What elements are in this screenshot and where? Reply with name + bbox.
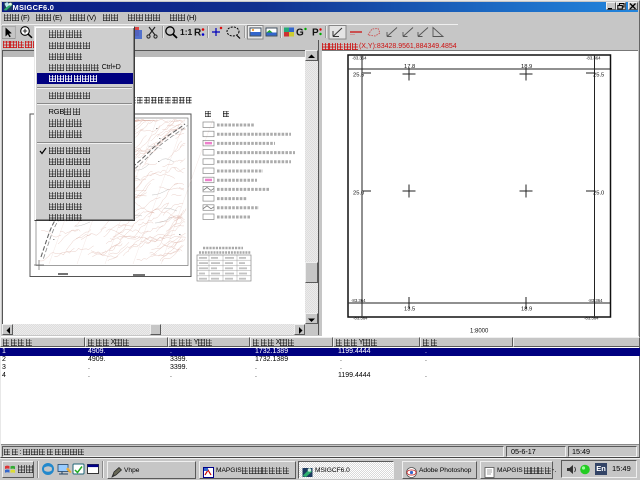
svg-text:25.5: 25.5 — [593, 73, 604, 79]
svg-text:17.8: 17.8 — [404, 64, 415, 70]
svg-text:1:1: 1:1 — [180, 27, 193, 37]
svg-text:18.9: 18.9 — [521, 307, 532, 313]
svg-text:·83.364: ·83.364 — [351, 298, 366, 303]
svg-text:P: P — [312, 28, 319, 39]
svg-text:13.5: 13.5 — [404, 307, 415, 313]
svg-text:25.0: 25.0 — [353, 191, 364, 197]
svg-text:·83.364: ·83.364 — [584, 316, 599, 321]
svg-text:·83.364: ·83.364 — [588, 298, 603, 303]
svg-text:·83.364: ·83.364 — [586, 56, 601, 61]
svg-text:1:8000: 1:8000 — [470, 329, 489, 335]
svg-text:·83.364: ·83.364 — [352, 56, 367, 61]
svg-text:G: G — [296, 28, 304, 39]
svg-text:R: R — [194, 28, 202, 39]
svg-text:18.9: 18.9 — [521, 64, 532, 70]
svg-text:·83.364: ·83.364 — [353, 316, 368, 321]
svg-text:25.5: 25.5 — [353, 73, 364, 79]
svg-text:25.0: 25.0 — [593, 191, 604, 197]
